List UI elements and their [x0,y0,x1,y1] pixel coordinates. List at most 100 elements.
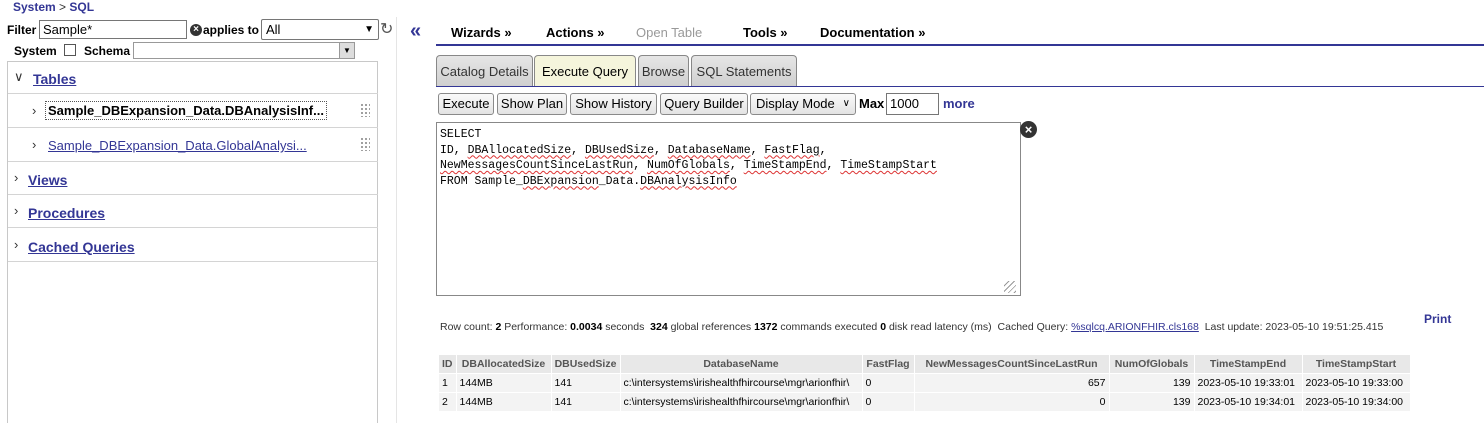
table-cell: 139 [1108,392,1195,412]
results-header-row: ID DBAllocatedSize DBUsedSize DatabaseNa… [438,354,1411,374]
tree-item-table[interactable]: › Sample_DBExpansion_Data.GlobalAnalysi.… [8,128,378,162]
cached-query-link[interactable]: %sqlcq.ARIONFHIR.cls168 [1071,321,1199,333]
query-line: SELECT [440,128,482,141]
procedures-link[interactable]: Procedures [28,205,105,221]
tab-sql-statements[interactable]: SQL Statements [691,55,797,86]
max-label: Max [859,96,885,111]
system-checkbox[interactable] [64,44,76,56]
applies-to-select[interactable]: All ▼ [261,19,379,40]
query-builder-button[interactable]: Query Builder [660,93,748,115]
tree-section-tables[interactable]: ∨ Tables [8,62,378,94]
tab-browse[interactable]: Browse [638,55,689,86]
query-line: ID, DBAllocatedSize, DBUsedSize, Databas… [440,143,827,157]
tabs-underline [436,86,1484,87]
cached-queries-link[interactable]: Cached Queries [28,239,135,255]
wizards-menu[interactable]: Wizards » [451,25,512,40]
applies-to-value: All [266,22,281,37]
table-cell: 1 [438,373,457,393]
query-line: FROM Sample_DBExpansion_Data.DBAnalysisI… [440,174,737,188]
display-mode-select[interactable]: Display Mode ∨ [750,93,856,115]
table-cell: 0 [861,373,915,393]
table-cell: 141 [550,373,621,393]
table-cell: 144MB [455,392,552,412]
schema-label: Schema [84,44,131,58]
open-table-menu[interactable]: Open Table [636,25,702,40]
tab-catalog-details[interactable]: Catalog Details [436,55,533,86]
schema-select[interactable]: ▼ [133,42,355,59]
chevron-right-icon: › [14,237,19,252]
table-item-label[interactable]: Sample_DBExpansion_Data.GlobalAnalysi... [48,138,307,153]
table-cell: 2 [438,392,457,412]
tree-section-views[interactable]: › Views [8,162,378,195]
table-cell: 2023-05-10 19:34:00 [1301,392,1411,412]
tables-link[interactable]: Tables [33,71,76,87]
execute-button[interactable]: Execute [438,93,494,115]
query-line: NewMessagesCountSinceLastRun, NumOfGloba… [440,159,937,172]
table-row: 2 144MB 141 c:\intersystems\irishealthfh… [438,392,1411,412]
results-table: ID DBAllocatedSize DBUsedSize DatabaseNa… [438,354,1411,412]
column-header[interactable]: NumOfGlobals [1108,354,1195,374]
chevron-down-icon: ∨ [842,98,850,109]
chevron-right-icon: › [32,103,37,118]
max-rows-input[interactable]: 1000 [886,93,939,115]
breadcrumb-system-link[interactable]: System [13,0,56,14]
query-editor[interactable]: SELECT ID, DBAllocatedSize, DBUsedSize, … [436,122,1021,296]
chevron-right-icon: › [14,170,19,185]
table-cell: 0 [913,392,1110,412]
table-cell: 0 [861,392,915,412]
table-cell: 139 [1108,373,1195,393]
refresh-icon[interactable]: ↻ [380,19,393,39]
breadcrumb-sql-link[interactable]: SQL [69,0,94,14]
filter-input[interactable]: Sample* [39,20,187,39]
drag-handle-icon[interactable] [360,137,370,151]
table-cell: 141 [550,392,621,412]
pane-divider[interactable] [396,17,397,423]
table-cell: 2023-05-10 19:33:00 [1301,373,1411,393]
tree-section-cached-queries[interactable]: › Cached Queries [8,228,378,262]
table-cell: 657 [913,373,1110,393]
table-cell: c:\intersystems\irishealthfhircourse\mgr… [619,373,863,393]
tree-section-procedures[interactable]: › Procedures [8,195,378,228]
clear-query-icon[interactable]: × [1020,121,1037,138]
system-label: System [14,44,57,58]
query-status: Row count: 2 Performance: 0.0034 seconds… [440,321,1384,333]
column-header[interactable]: NewMessagesCountSinceLastRun [913,354,1110,374]
resize-handle-icon[interactable] [1004,281,1016,293]
tree-item-table[interactable]: › Sample_DBExpansion_Data.DBAnalysisInf.… [8,94,378,128]
table-item-label[interactable]: Sample_DBExpansion_Data.DBAnalysisInf... [45,101,327,120]
drag-handle-icon[interactable] [360,103,370,117]
chevron-down-icon: ∨ [14,69,24,84]
table-cell: 2023-05-10 19:34:01 [1193,392,1303,412]
documentation-menu[interactable]: Documentation » [820,25,925,40]
tools-menu[interactable]: Tools » [743,25,788,40]
table-row: 1 144MB 141 c:\intersystems\irishealthfh… [438,373,1411,393]
collapse-panel-icon[interactable]: « [410,21,421,41]
applies-to-label: applies to [203,23,260,37]
table-cell: 144MB [455,373,552,393]
more-link[interactable]: more [943,96,975,111]
column-header[interactable]: DBAllocatedSize [455,354,552,374]
chevron-down-icon: ▼ [339,43,354,58]
schema-tree: ∨ Tables › Sample_DBExpansion_Data.DBAna… [7,61,378,423]
column-header[interactable]: ID [438,354,457,374]
show-plan-button[interactable]: Show Plan [497,93,567,115]
table-cell: 2023-05-10 19:33:01 [1193,373,1303,393]
display-mode-value: Display Mode [756,96,835,111]
print-link[interactable]: Print [1424,312,1451,326]
actions-menu[interactable]: Actions » [546,25,605,40]
column-header[interactable]: DBUsedSize [550,354,621,374]
table-cell: c:\intersystems\irishealthfhircourse\mgr… [619,392,863,412]
column-header[interactable]: DatabaseName [619,354,863,374]
breadcrumb: System > SQL [13,0,94,14]
column-header[interactable]: TimeStampStart [1301,354,1411,374]
breadcrumb-separator: > [55,0,70,14]
views-link[interactable]: Views [28,172,67,188]
column-header[interactable]: TimeStampEnd [1193,354,1303,374]
show-history-button[interactable]: Show History [570,93,657,115]
menu-underline [436,44,1484,46]
column-header[interactable]: FastFlag [861,354,915,374]
clear-filter-icon[interactable]: × [190,24,202,36]
tab-execute-query[interactable]: Execute Query [534,55,636,86]
filter-label: Filter [7,23,37,37]
chevron-right-icon: › [14,203,19,218]
